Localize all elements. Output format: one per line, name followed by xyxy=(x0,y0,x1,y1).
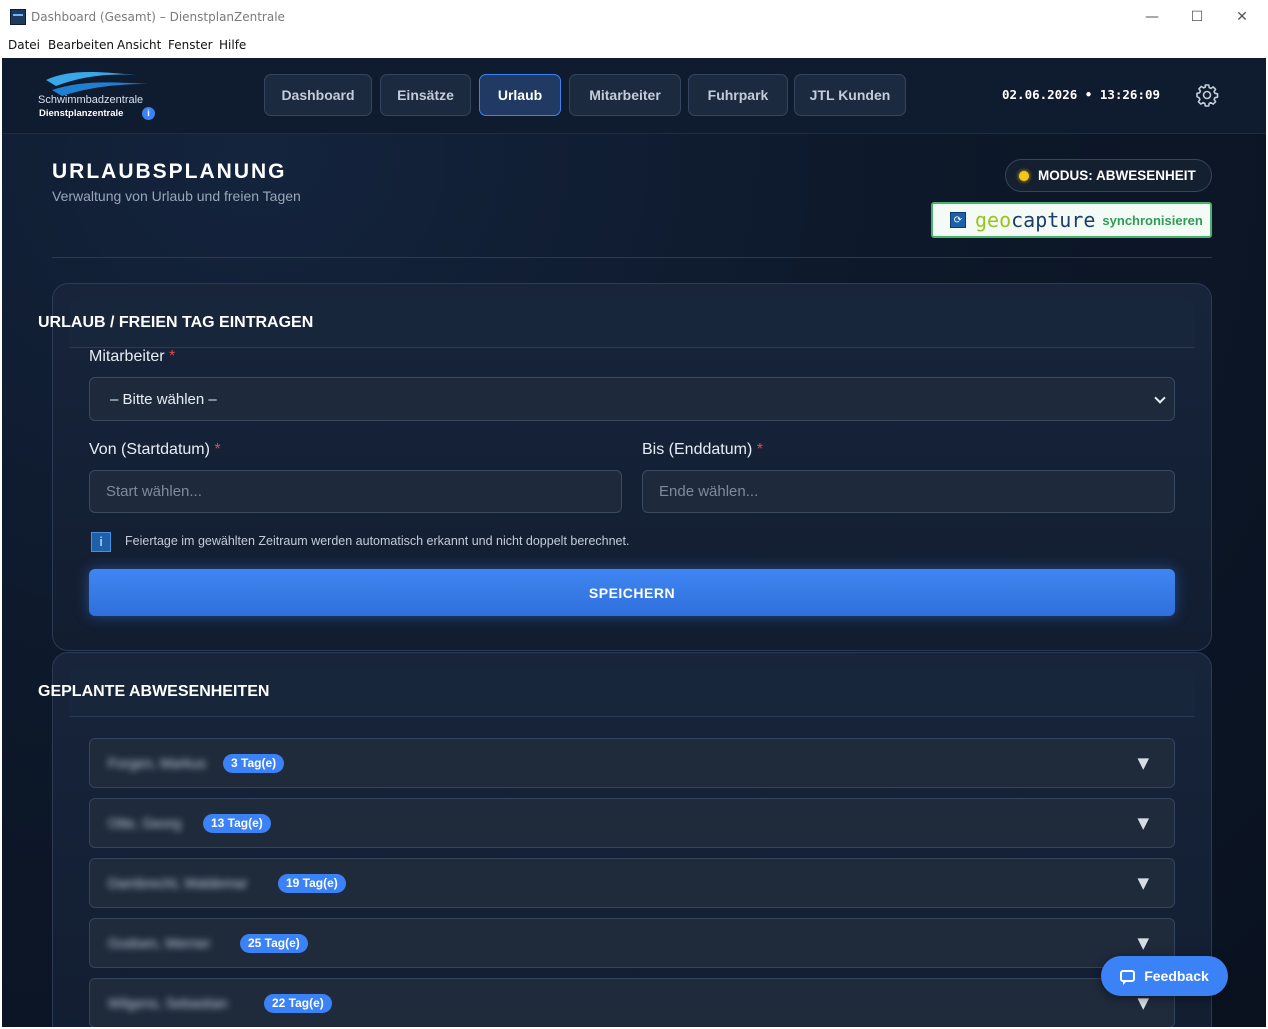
expand-toggle-icon[interactable]: ▼ xyxy=(1137,994,1149,1012)
to-date-input[interactable]: Ende wählen... xyxy=(642,470,1175,513)
employee-name: Forgen, Markus xyxy=(108,755,207,771)
employee-name: Otte, Georg xyxy=(108,815,182,831)
days-badge: 19 Tag(e) xyxy=(278,874,346,893)
app-root: Schwimmbadzentrale Dienstplanzentrale i … xyxy=(2,58,1266,1027)
menu-fenster[interactable]: Fenster xyxy=(168,38,213,52)
absence-row[interactable]: Forgen, Markus 3 Tag(e) ▼ xyxy=(89,738,1175,788)
form-title: URLAUB / FREIEN TAG EINTRAGEN xyxy=(38,314,314,331)
save-button[interactable]: SPEICHERN xyxy=(89,569,1175,616)
page-title: URLAUBSPLANUNG xyxy=(52,160,287,183)
expand-toggle-icon[interactable]: ▼ xyxy=(1137,754,1149,772)
maximize-button[interactable]: ☐ xyxy=(1175,4,1219,30)
employee-name: Godsen, Werner xyxy=(108,935,211,951)
tab-einsaetze[interactable]: Einsätze xyxy=(380,74,471,116)
tab-fuhrpark[interactable]: Fuhrpark xyxy=(688,74,788,116)
absence-row[interactable]: Godsen, Werner 25 Tag(e) ▼ xyxy=(89,918,1175,968)
days-badge: 25 Tag(e) xyxy=(240,934,308,953)
days-badge: 13 Tag(e) xyxy=(203,814,271,833)
from-date-label: Von (Startdatum) * xyxy=(89,441,221,458)
feedback-label: Feedback xyxy=(1144,968,1209,984)
datetime-display: 02.06.2026 • 13:26:09 xyxy=(1002,87,1161,102)
employee-name: Wilgens, Sebastian xyxy=(108,995,228,1011)
absence-row[interactable]: Otte, Georg 13 Tag(e) ▼ xyxy=(89,798,1175,848)
close-button[interactable]: ✕ xyxy=(1220,4,1264,30)
tab-dashboard[interactable]: Dashboard xyxy=(264,74,372,116)
menu-datei[interactable]: Datei xyxy=(8,38,40,52)
status-dot-icon xyxy=(1019,170,1029,181)
top-navigation: Schwimmbadzentrale Dienstplanzentrale i … xyxy=(2,58,1266,134)
geocapture-logo: geocapture xyxy=(975,208,1096,232)
employee-label: Mitarbeiter * xyxy=(89,348,176,365)
days-badge: 3 Tag(e) xyxy=(223,754,285,773)
info-icon[interactable]: i xyxy=(142,107,155,120)
employee-select[interactable]: – Bitte wählen – xyxy=(89,377,1175,421)
tab-mitarbeiter[interactable]: Mitarbeiter xyxy=(569,74,681,116)
employee-select-value: – Bitte wählen – xyxy=(110,390,217,408)
gear-icon[interactable] xyxy=(1195,83,1219,107)
expand-toggle-icon[interactable]: ▼ xyxy=(1137,874,1149,892)
mode-label: MODUS: ABWESENHEIT xyxy=(1038,168,1196,183)
absence-row[interactable]: Wilgens, Sebastian 22 Tag(e) ▼ xyxy=(89,978,1175,1027)
geocapture-sync-button[interactable]: ⟳ geocapture synchronisieren xyxy=(931,202,1212,238)
minimize-button[interactable]: — xyxy=(1130,4,1174,30)
tab-jtl-kunden[interactable]: JTL Kunden xyxy=(794,74,906,116)
mode-badge: MODUS: ABWESENHEIT xyxy=(1005,159,1212,192)
days-badge: 22 Tag(e) xyxy=(264,994,332,1013)
expand-toggle-icon[interactable]: ▼ xyxy=(1137,814,1149,832)
absence-row[interactable]: Dambrecht, Waldemar 19 Tag(e) ▼ xyxy=(89,858,1175,908)
logo-subname: Dienstplanzentrale xyxy=(39,108,124,119)
divider xyxy=(52,257,1212,258)
menu-ansicht[interactable]: Ansicht xyxy=(117,38,161,52)
employee-name: Dambrecht, Waldemar xyxy=(108,875,248,891)
window-titlebar: Dashboard (Gesamt) – DienstplanZentrale … xyxy=(0,0,1268,34)
chevron-down-icon xyxy=(1154,392,1166,404)
expand-toggle-icon[interactable]: ▼ xyxy=(1137,934,1149,952)
page-subtitle: Verwaltung von Urlaub und freien Tagen xyxy=(52,188,301,204)
menu-bearbeiten[interactable]: Bearbeiten xyxy=(48,38,114,52)
absences-title: GEPLANTE ABWESENHEITEN xyxy=(38,683,270,700)
holiday-info-text: Feiertage im gewählten Zeitraum werden a… xyxy=(125,534,630,548)
chat-bubble-icon xyxy=(1120,970,1136,985)
tab-urlaub[interactable]: Urlaub xyxy=(479,74,561,116)
sync-icon: ⟳ xyxy=(950,212,966,228)
to-date-label: Bis (Enddatum) * xyxy=(642,441,763,458)
from-date-input[interactable]: Start wählen... xyxy=(89,470,622,513)
geocapture-sync-label: synchronisieren xyxy=(1102,212,1203,228)
feedback-button[interactable]: Feedback xyxy=(1101,956,1228,996)
info-icon: i xyxy=(91,532,111,552)
app-icon xyxy=(10,9,26,25)
menubar: Datei Bearbeiten Ansicht Fenster Hilfe xyxy=(0,34,1268,58)
menu-hilfe[interactable]: Hilfe xyxy=(219,38,246,52)
window-title: Dashboard (Gesamt) – DienstplanZentrale xyxy=(31,10,285,24)
logo-name: Schwimmbadzentrale xyxy=(38,94,144,106)
